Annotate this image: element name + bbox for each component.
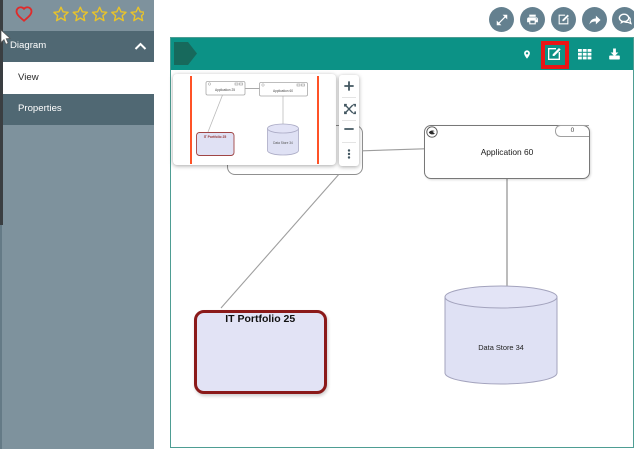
svg-text:Application 60: Application 60 [272,89,292,93]
svg-text:Data Store 34: Data Store 34 [478,343,524,352]
svg-text:IT Portfolio 25: IT Portfolio 25 [203,135,226,139]
svg-text:Application 25: Application 25 [214,88,234,92]
svg-text:Data Store 34: Data Store 34 [273,141,293,145]
